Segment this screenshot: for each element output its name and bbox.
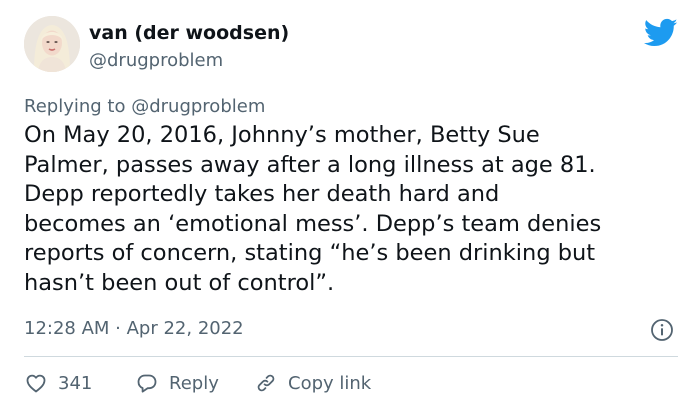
like-count: 341 <box>58 372 93 394</box>
like-button[interactable]: 341 <box>24 369 92 397</box>
replying-to: Replying to @drugproblem <box>24 96 265 117</box>
reply-button[interactable]: Reply <box>135 369 219 397</box>
avatar[interactable] <box>24 16 80 72</box>
tweet-timestamp[interactable]: 12:28 AM · Apr 22, 2022 <box>24 318 244 339</box>
replying-to-label: Replying to <box>24 96 126 117</box>
profile-photo-icon <box>24 16 80 72</box>
tweet-text: On May 20, 2016, Johnny’s mother, Betty … <box>24 121 684 298</box>
tweet-text-line: On May 20, 2016, Johnny’s mother, Betty … <box>24 122 540 148</box>
tweet-text-line: hasn’t been out of control”. <box>24 269 335 296</box>
twitter-bird-icon[interactable] <box>644 18 678 48</box>
copy-link-button[interactable]: Copy link <box>254 369 371 397</box>
user-handle[interactable]: @drugproblem <box>89 50 223 71</box>
link-icon <box>257 374 275 392</box>
display-name[interactable]: van (der woodsen) <box>89 22 289 44</box>
tweet-text-line: reports of concern, stating “he’s been d… <box>24 240 596 266</box>
tweet-text-line: Depp reportedly takes her death hard and <box>24 181 500 207</box>
tweet-card: van (der woodsen) @drugproblem Replying … <box>0 0 700 405</box>
heart-icon <box>26 374 46 393</box>
tweet-text-line: becomes an ‘emotional mess’. Depp’s team… <box>24 210 602 237</box>
reply-bubble-icon <box>137 374 157 393</box>
copy-link-label: Copy link <box>288 372 372 394</box>
reply-label: Reply <box>169 372 219 394</box>
tweet-text-line: Palmer, passes away after a long illness… <box>24 151 596 178</box>
divider <box>24 356 678 357</box>
replying-to-mention[interactable]: @drugproblem <box>131 96 265 117</box>
info-icon[interactable] <box>650 318 674 342</box>
